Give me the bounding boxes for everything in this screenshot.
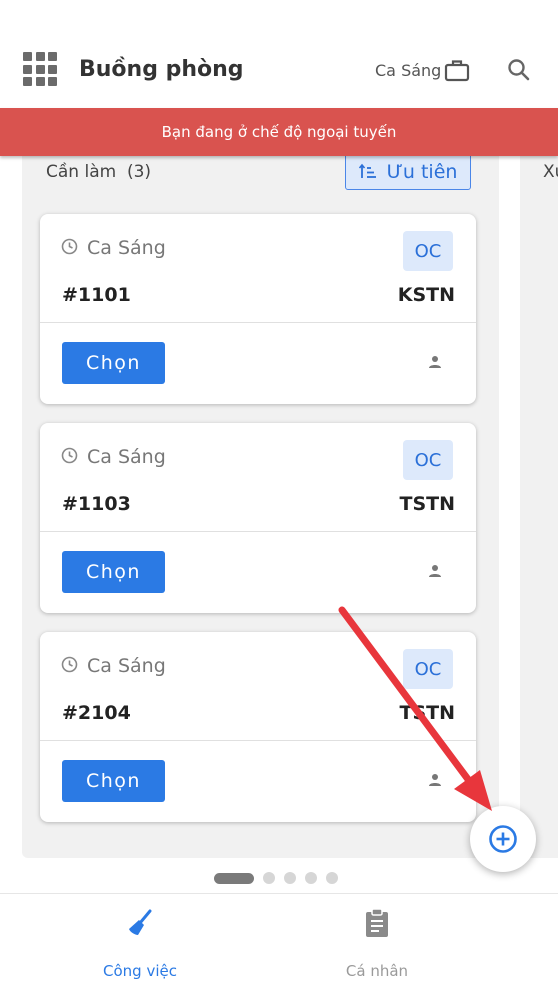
task-card[interactable]: Ca Sáng OC #2104 TSTN Chọn: [40, 632, 476, 822]
room-number: #1103: [62, 493, 131, 515]
pager-dot[interactable]: [305, 872, 317, 884]
broom-icon: [129, 909, 152, 935]
person-icon: [429, 774, 441, 786]
card-shift: Ca Sáng: [87, 655, 166, 677]
clock-icon: [61, 238, 78, 255]
todo-column: Cần làm (3) Ưu tiên Ca Sáng OC #1101 KST…: [22, 150, 499, 858]
pager-dot[interactable]: [263, 872, 275, 884]
room-type-badge: OC: [403, 231, 453, 271]
task-card[interactable]: Ca Sáng OC #1101 KSTN Chọn: [40, 214, 476, 404]
card-shift: Ca Sáng: [87, 446, 166, 468]
choose-button[interactable]: Chọn: [62, 760, 165, 802]
room-status: KSTN: [397, 284, 455, 306]
search-icon[interactable]: [506, 57, 532, 83]
clock-icon: [61, 656, 78, 673]
bottom-navigation: Công việc Cá nhân: [0, 893, 558, 992]
room-type-badge: OC: [403, 649, 453, 689]
tab-work-label: Công việc: [103, 962, 177, 980]
next-column-title: Xu: [543, 162, 558, 182]
person-icon: [429, 565, 441, 577]
apps-grid-icon[interactable]: [23, 52, 57, 86]
app-header: Buồng phòng Ca Sáng: [0, 0, 558, 108]
clock-icon: [61, 447, 78, 464]
add-task-button[interactable]: [470, 806, 536, 872]
tab-work[interactable]: Công việc: [40, 894, 240, 992]
pager-dot-active[interactable]: [214, 872, 254, 884]
card-shift: Ca Sáng: [87, 237, 166, 259]
sort-icon: [358, 163, 376, 178]
choose-button[interactable]: Chọn: [62, 551, 165, 593]
briefcase-icon[interactable]: [444, 57, 470, 83]
column-pager: [214, 872, 338, 884]
sort-priority-button[interactable]: Ưu tiên: [345, 153, 471, 190]
pager-dot[interactable]: [284, 872, 296, 884]
choose-button[interactable]: Chọn: [62, 342, 165, 384]
room-number: #2104: [62, 702, 131, 724]
current-shift: Ca Sáng: [375, 61, 442, 80]
clipboard-icon: [366, 908, 388, 937]
next-column-peek[interactable]: Xu: [520, 150, 558, 858]
room-number: #1101: [62, 284, 131, 306]
pager-dot[interactable]: [326, 872, 338, 884]
room-type-badge: OC: [403, 440, 453, 480]
room-status: TSTN: [399, 702, 455, 724]
page-title: Buồng phòng: [79, 57, 244, 82]
card-divider: [40, 531, 476, 532]
person-icon: [429, 356, 441, 368]
sort-priority-label: Ưu tiên: [386, 160, 458, 183]
add-circle-icon: [489, 825, 517, 853]
task-card[interactable]: Ca Sáng OC #1103 TSTN Chọn: [40, 423, 476, 613]
column-title: Cần làm (3): [46, 162, 152, 182]
card-divider: [40, 322, 476, 323]
tab-personal-label: Cá nhân: [345, 962, 409, 980]
tab-personal[interactable]: Cá nhân: [277, 894, 477, 992]
room-status: TSTN: [399, 493, 455, 515]
card-divider: [40, 740, 476, 741]
offline-banner: Bạn đang ở chế độ ngoại tuyến: [0, 108, 558, 156]
